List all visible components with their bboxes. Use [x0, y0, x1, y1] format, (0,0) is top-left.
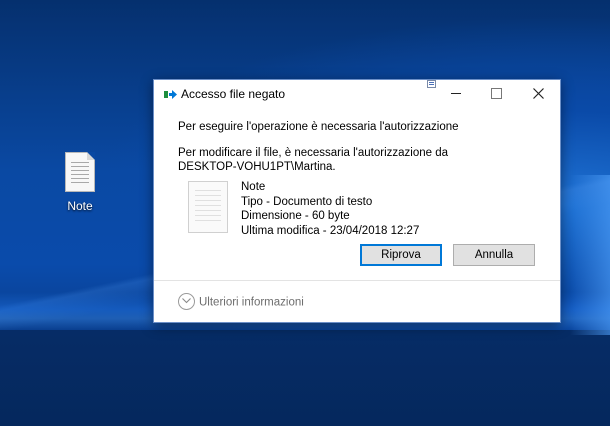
file-details: Note Tipo - Documento di testo Dimension… [241, 180, 419, 238]
file-size: Dimensione - 60 byte [241, 210, 350, 222]
shield-arrow-icon [164, 90, 177, 99]
close-button[interactable] [516, 80, 560, 108]
file-name: Note [241, 181, 266, 193]
dialog-message-secondary: Per modificare il file, è necessaria l'a… [178, 146, 508, 174]
file-thumbnail-icon [188, 181, 228, 233]
chevron-down-icon [178, 293, 195, 310]
maximize-icon [491, 88, 502, 99]
cancel-button[interactable]: Annulla [453, 244, 535, 266]
dialog-title: Accesso file negato [181, 87, 286, 101]
file-modified: Ultima modifica - 23/04/2018 12:27 [241, 224, 420, 237]
minimize-icon [451, 93, 461, 94]
message-line-1: Per modificare il file, è necessaria l'a… [178, 147, 449, 159]
wallpaper-dark-band [0, 330, 610, 426]
desktop-icon-label: Note [67, 199, 93, 213]
file-type: Tipo - Documento di testo [241, 195, 373, 208]
minimize-button[interactable] [434, 80, 478, 108]
wallpaper-light-beam [570, 175, 610, 335]
maximize-button[interactable] [474, 80, 518, 108]
more-info-label: Ulteriori informazioni [199, 296, 304, 309]
retry-button[interactable]: Riprova [360, 244, 442, 266]
text-file-icon [65, 152, 95, 192]
close-icon [532, 88, 544, 99]
more-info-toggle[interactable]: Ulteriori informazioni [178, 293, 304, 311]
message-line-2: DESKTOP-VOHU1PT\Martina. [178, 161, 336, 173]
access-denied-dialog: Accesso file negato Per eseguire l'opera… [153, 79, 561, 323]
dialog-message-primary: Per eseguire l'operazione è necessaria l… [178, 121, 459, 133]
desktop-icon-note[interactable]: Note [55, 152, 105, 213]
dialog-titlebar[interactable]: Accesso file negato [154, 80, 560, 108]
footer-divider [154, 280, 560, 281]
